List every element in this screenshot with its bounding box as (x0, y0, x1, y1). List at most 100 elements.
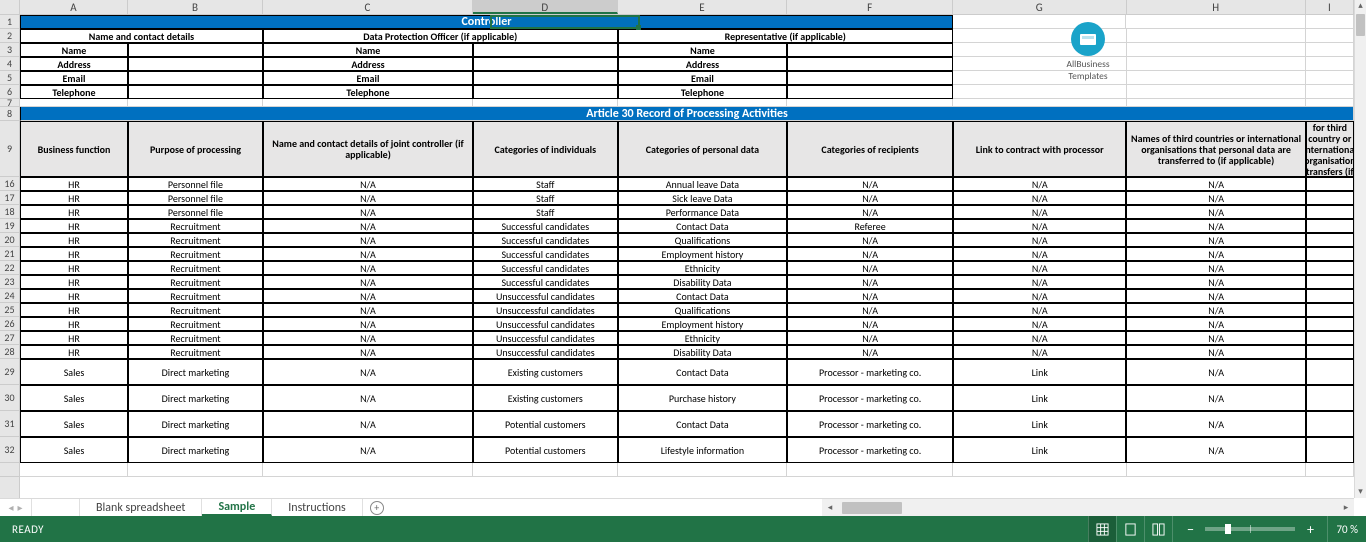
table-cell-r13-c3[interactable]: Existing customers (473, 359, 618, 385)
select-all-corner[interactable] (0, 0, 20, 15)
table-cell-r12-c2[interactable]: N/A (263, 345, 473, 359)
table-cell-r9-c1[interactable]: Recruitment (128, 303, 263, 317)
scroll-up-arrow[interactable]: ▴ (1355, 0, 1366, 12)
table-cell-r12-c8[interactable] (1306, 345, 1354, 359)
table-cell-r9-c8[interactable] (1306, 303, 1354, 317)
row-header-31[interactable]: 31 (0, 411, 19, 437)
table-cell-r11-c1[interactable]: Recruitment (128, 331, 263, 345)
contact-d-3[interactable] (473, 85, 618, 99)
table-cell-r7-c5[interactable]: N/A (787, 275, 953, 289)
row-header-5[interactable]: 5 (0, 71, 19, 85)
contact-a-0[interactable]: Name (20, 43, 128, 57)
vertical-scrollbar[interactable]: ▴ ▾ (1354, 0, 1366, 498)
table-cell-r2-c3[interactable]: Staff (473, 205, 618, 219)
row-header-7[interactable]: 7 (0, 99, 19, 107)
table-cell-r5-c2[interactable]: N/A (263, 247, 473, 261)
contact-b-1[interactable] (128, 57, 263, 71)
row-header-26[interactable]: 26 (0, 317, 19, 331)
table-cell-r1-c3[interactable]: Staff (473, 191, 618, 205)
table-cell-r8-c6[interactable]: N/A (953, 289, 1126, 303)
table-header-1[interactable]: Purpose of processing (128, 121, 263, 177)
row-header-17[interactable]: 17 (0, 191, 19, 205)
scroll-down-arrow[interactable]: ▾ (1355, 486, 1366, 498)
contact-b-0[interactable] (128, 43, 263, 57)
contact-c-0[interactable]: Name (263, 43, 473, 57)
table-cell-r3-c8[interactable] (1306, 219, 1354, 233)
table-cell-r0-c4[interactable]: Annual leave Data (618, 177, 788, 191)
contact-hdr-0[interactable]: Name and contact details (20, 29, 263, 43)
table-cell-r0-c8[interactable] (1306, 177, 1354, 191)
table-cell-r12-c5[interactable]: N/A (787, 345, 953, 359)
cell-A7[interactable] (20, 99, 128, 107)
table-header-7[interactable]: Names of third countries or internationa… (1126, 121, 1305, 177)
table-cell-r15-c6[interactable]: Link (953, 411, 1126, 437)
table-cell-r14-c4[interactable]: Purchase history (618, 385, 788, 411)
controller-title[interactable]: Controller (20, 15, 953, 29)
column-header-C[interactable]: C (263, 0, 473, 14)
contact-e-2[interactable]: Email (618, 71, 788, 85)
row-header-24[interactable]: 24 (0, 289, 19, 303)
vertical-scroll-thumb[interactable] (1356, 14, 1365, 36)
contact-f-2[interactable] (787, 71, 953, 85)
table-cell-r3-c0[interactable]: HR (20, 219, 128, 233)
table-cell-r2-c2[interactable]: N/A (263, 205, 473, 219)
table-cell-r16-c6[interactable]: Link (953, 437, 1126, 463)
horizontal-scrollbar[interactable]: ◂ ▸ (822, 498, 1354, 516)
table-cell-r14-c2[interactable]: N/A (263, 385, 473, 411)
table-cell-r13-c8[interactable] (1306, 359, 1354, 385)
table-cell-r2-c5[interactable]: N/A (787, 205, 953, 219)
table-cell-r10-c6[interactable]: N/A (953, 317, 1126, 331)
row-header-4[interactable]: 4 (0, 57, 19, 71)
table-cell-r5-c8[interactable] (1306, 247, 1354, 261)
table-cell-r6-c2[interactable]: N/A (263, 261, 473, 275)
sheet-tab-instructions[interactable]: Instructions (272, 499, 362, 516)
table-cell-r15-c8[interactable] (1306, 411, 1354, 437)
table-cell-r8-c2[interactable]: N/A (263, 289, 473, 303)
table-cell-r2-c6[interactable]: N/A (953, 205, 1126, 219)
table-cell-r14-c1[interactable]: Direct marketing (128, 385, 263, 411)
table-cell-r6-c1[interactable]: Recruitment (128, 261, 263, 275)
contact-f-0[interactable] (787, 43, 953, 57)
table-cell-r1-c8[interactable] (1306, 191, 1354, 205)
row-header-3[interactable]: 3 (0, 43, 19, 57)
row-header-27[interactable]: 27 (0, 331, 19, 345)
contact-e-3[interactable]: Telephone (618, 85, 788, 99)
table-cell-r7-c1[interactable]: Recruitment (128, 275, 263, 289)
contact-d-1[interactable] (473, 57, 618, 71)
scroll-right-arrow[interactable]: ▸ (1338, 499, 1354, 517)
table-cell-r5-c4[interactable]: Employment history (618, 247, 788, 261)
column-header-A[interactable]: A (20, 0, 128, 14)
table-cell-r12-c7[interactable]: N/A (1126, 345, 1305, 359)
contact-e-1[interactable]: Address (618, 57, 788, 71)
cell-G7[interactable] (953, 99, 1126, 107)
cell-blank-1[interactable] (128, 463, 263, 477)
table-cell-r13-c2[interactable]: N/A (263, 359, 473, 385)
table-cell-r5-c6[interactable]: N/A (953, 247, 1126, 261)
contact-f-3[interactable] (787, 85, 953, 99)
table-cell-r7-c0[interactable]: HR (20, 275, 128, 289)
row-header-25[interactable]: 25 (0, 303, 19, 317)
zoom-out-button[interactable]: − (1181, 521, 1199, 538)
table-cell-r11-c5[interactable]: N/A (787, 331, 953, 345)
table-cell-r12-c3[interactable]: Unsuccessful candidates (473, 345, 618, 359)
table-cell-r11-c8[interactable] (1306, 331, 1354, 345)
row-header-21[interactable]: 21 (0, 247, 19, 261)
view-page-layout-button[interactable] (1116, 516, 1144, 542)
table-cell-r8-c5[interactable]: N/A (787, 289, 953, 303)
column-header-H[interactable]: H (1127, 0, 1306, 14)
contact-e-0[interactable]: Name (618, 43, 788, 57)
table-cell-r13-c0[interactable]: Sales (20, 359, 128, 385)
table-cell-r3-c6[interactable]: N/A (953, 219, 1126, 233)
table-cell-r14-c6[interactable]: Link (953, 385, 1126, 411)
cell-i1[interactable] (1306, 15, 1354, 29)
cell-blank-5[interactable] (787, 463, 953, 477)
table-cell-r3-c2[interactable]: N/A (263, 219, 473, 233)
table-cell-r5-c5[interactable]: N/A (787, 247, 953, 261)
table-cell-r12-c1[interactable]: Recruitment (128, 345, 263, 359)
table-cell-r15-c5[interactable]: Processor - marketing co. (787, 411, 953, 437)
table-cell-r0-c3[interactable]: Staff (473, 177, 618, 191)
table-cell-r6-c7[interactable]: N/A (1126, 261, 1305, 275)
contact-d-2[interactable] (473, 71, 618, 85)
table-cell-r0-c6[interactable]: N/A (953, 177, 1126, 191)
table-cell-r15-c0[interactable]: Sales (20, 411, 128, 437)
